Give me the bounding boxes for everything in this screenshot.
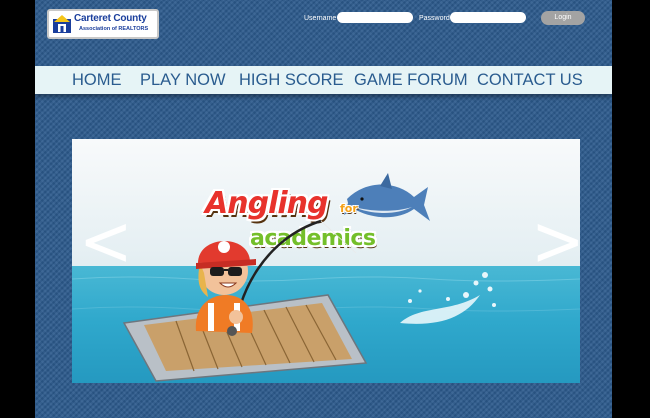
angler-boat-illustration <box>122 219 368 382</box>
realtor-logo-icon <box>53 15 71 33</box>
username-input[interactable] <box>337 12 413 23</box>
logo-name: Carteret County <box>74 13 147 24</box>
nav-item-home[interactable]: HOME <box>72 71 122 90</box>
main-nav: HOME PLAY NOW HIGH SCORE GAME FORUM CONT… <box>35 66 612 94</box>
nav-item-play-now[interactable]: PLAY NOW <box>140 71 226 90</box>
password-input[interactable] <box>450 12 526 23</box>
password-label: Password <box>419 15 450 22</box>
username-label: Username <box>304 15 337 22</box>
page: Carteret County Association of REALTORS … <box>35 0 612 418</box>
logo[interactable]: Carteret County Association of REALTORS <box>47 9 159 39</box>
nav-item-game-forum[interactable]: GAME FORUM <box>354 71 468 90</box>
nav-item-contact-us[interactable]: CONTACT US <box>477 71 583 90</box>
hero-banner: Angling for academics <box>72 139 580 383</box>
water-splash <box>400 272 496 324</box>
chevron-right-icon[interactable]: > <box>531 207 585 277</box>
nav-item-high-score[interactable]: HIGH SCORE <box>239 71 344 90</box>
login-button[interactable]: Login <box>541 11 585 25</box>
chevron-left-icon[interactable]: < <box>79 207 133 277</box>
logo-subtitle: Association of REALTORS <box>79 26 149 32</box>
